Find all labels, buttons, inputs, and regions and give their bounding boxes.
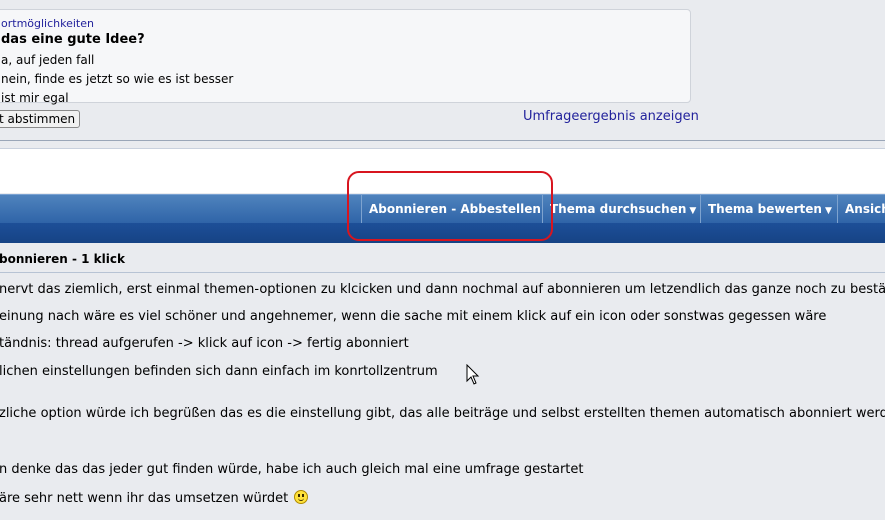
post-line: n denke das das jeder gut finden würde, … <box>0 462 584 477</box>
poll-results-link[interactable]: Umfrageergebnis anzeigen <box>523 109 699 124</box>
post-line: nervt das ziemlich, erst einmal themen-o… <box>0 282 885 297</box>
post-title-rule <box>0 272 885 273</box>
caret-down-icon: ▼ <box>689 206 697 216</box>
post-line: tändnis: thread aufgerufen -> klick auf … <box>0 336 409 351</box>
search-thread-menu[interactable]: Thema durchsuchen ▼ <box>542 195 700 223</box>
post-title: bonnieren - 1 klick <box>0 252 125 266</box>
poll-question: das eine gute Idee? <box>1 32 145 47</box>
post-line: zliche option würde ich begrüßen das es … <box>0 406 885 421</box>
poll-box: ortmöglichkeiten das eine gute Idee? a, … <box>0 9 691 105</box>
caret-down-icon: ▼ <box>824 206 832 216</box>
divider <box>0 140 885 141</box>
mouse-cursor-icon <box>466 364 480 385</box>
post-line-last: äre sehr nett wenn ihr das umsetzen würd… <box>0 490 309 506</box>
poll-option-3[interactable]: ist mir egal <box>1 91 69 105</box>
rate-thread-label: Thema bewerten <box>708 202 822 216</box>
poll-option-1[interactable]: a, auf jeden fall <box>1 53 94 67</box>
poll-section: ortmöglichkeiten das eine gute Idee? a, … <box>0 0 885 140</box>
post-line: lichen einstellungen befinden sich dann … <box>0 364 438 379</box>
post-line: einung nach wäre es viel schöner und ang… <box>0 309 827 324</box>
post-line-text: äre sehr nett wenn ihr das umsetzen würd… <box>0 491 289 506</box>
poll-option-2[interactable]: nein, finde es jetzt so wie es ist besse… <box>1 72 233 86</box>
smiley-icon <box>294 490 309 504</box>
view-label: Ansich <box>845 202 885 216</box>
search-thread-label: Thema durchsuchen <box>550 202 687 216</box>
view-menu[interactable]: Ansich <box>837 195 885 223</box>
vote-button[interactable]: t abstimmen <box>0 110 80 128</box>
poll-heading: ortmöglichkeiten <box>1 17 94 30</box>
rate-thread-menu[interactable]: Thema bewerten ▼ <box>700 195 837 223</box>
highlight-annotation <box>347 171 553 241</box>
